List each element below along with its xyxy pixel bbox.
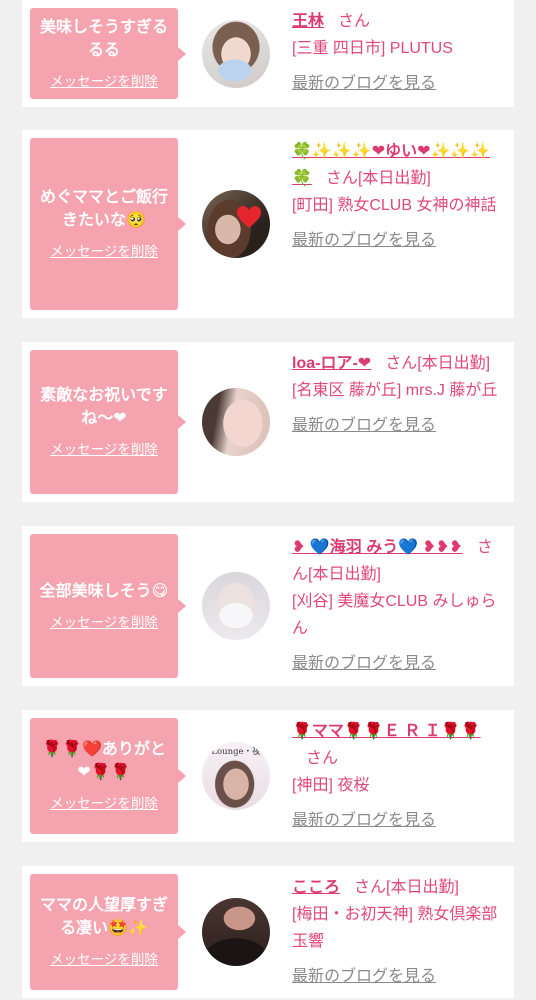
message-text: 🌹🌹❤️ありがと❤🌹🌹 [42, 741, 166, 781]
delete-message-link[interactable]: メッセージを削除 [50, 440, 158, 460]
cast-info: 🍀✨✨✨❤ゆい❤✨✨✨🍀 さん[本日出勤] [町田] 熟女CLUB 女神の神話 最… [292, 138, 506, 310]
cast-name-link[interactable]: こころ [292, 879, 340, 896]
cast-info: ❥ 💙海羽 みう💙 ❥❥❥ さん[本日出勤] [刈谷] 美魔女CLUB みしゅらん… [292, 534, 506, 678]
status-badge: [本日出勤] [357, 170, 431, 187]
name-line: こころ さん[本日出勤] [292, 874, 506, 901]
delete-message-link[interactable]: メッセージを削除 [50, 72, 158, 92]
message-text: 美味しそうすぎるるる [39, 18, 168, 59]
avatar[interactable] [202, 572, 270, 640]
area-shop: [刈谷] 美魔女CLUB みしゅらん [292, 593, 497, 637]
message-card: めぐママとご飯行きたいな🥺 メッセージを削除 🍀✨✨✨❤ゆい❤✨✨✨🍀 さん[本日… [22, 130, 514, 318]
shop-logo-text: Lounge・夜 [211, 747, 261, 757]
name-line: ❥ 💙海羽 みう💙 ❥❥❥ さん[本日出勤] [292, 534, 506, 588]
message-bubble: めぐママとご飯行きたいな🥺 メッセージを削除 [30, 138, 186, 310]
delete-message-link[interactable]: メッセージを削除 [50, 950, 158, 970]
cast-info: こころ さん[本日出勤] [梅田・お初天神] 熟女倶楽部 玉響 最新のブログを見る [292, 874, 506, 990]
name-line: loa-ロア-❤ さん[本日出勤] [292, 350, 506, 377]
latest-blog-link[interactable]: 最新のブログを見る [292, 227, 506, 254]
area-shop: [三重 四日市] PLUTUS [292, 40, 453, 57]
cast-info: loa-ロア-❤ さん[本日出勤] [名東区 藤が丘] mrs.J 藤が丘 最新の… [292, 350, 506, 494]
message-text: めぐママとご飯行きたいな🥺 [39, 189, 168, 229]
honorific: さん [338, 13, 371, 30]
honorific: さん [354, 879, 387, 896]
area-shop: [神田] 夜桜 [292, 777, 370, 794]
cast-info: 王林 さん [三重 四日市] PLUTUS 最新のブログを見る [292, 8, 506, 99]
message-card: 素敵なお祝いですね〜❤ メッセージを削除 loa-ロア-❤ さん[本日出勤] [名… [22, 342, 514, 502]
avatar[interactable]: Lounge・夜 [202, 742, 270, 810]
cast-name-link[interactable]: loa-ロア-❤ [292, 355, 371, 372]
message-bubble: 全部美味しそう😋 メッセージを削除 [30, 534, 186, 678]
delete-message-link[interactable]: メッセージを削除 [50, 613, 158, 633]
name-line: 🌹ママ🌹🌹Ｅ Ｒ Ｉ🌹🌹 さん [292, 718, 506, 772]
cast-name-link[interactable]: 王林 [292, 13, 324, 30]
message-bubble: ママの人望厚すぎる凄い🤩✨ メッセージを削除 [30, 874, 186, 990]
message-card: 全部美味しそう😋 メッセージを削除 ❥ 💙海羽 みう💙 ❥❥❥ さん[本日出勤] … [22, 526, 514, 686]
delete-message-link[interactable]: メッセージを削除 [50, 794, 158, 814]
name-line: 王林 さん [292, 8, 506, 35]
heart-sticker-icon [237, 206, 261, 228]
avatar[interactable] [202, 388, 270, 456]
avatar[interactable] [202, 19, 270, 88]
area-shop: [町田] 熟女CLUB 女神の神話 [292, 197, 497, 214]
message-list: 美味しそうすぎるるる メッセージを削除 王林 さん [三重 四日市] PLUTUS… [0, 0, 536, 1000]
cast-name-link[interactable]: ❥ 💙海羽 みう💙 ❥❥❥ [292, 539, 463, 556]
latest-blog-link[interactable]: 最新のブログを見る [292, 807, 506, 834]
latest-blog-link[interactable]: 最新のブログを見る [292, 650, 506, 677]
latest-blog-link[interactable]: 最新のブログを見る [292, 963, 506, 990]
latest-blog-link[interactable]: 最新のブログを見る [292, 70, 506, 97]
status-badge: [本日出勤] [417, 355, 491, 372]
latest-blog-link[interactable]: 最新のブログを見る [292, 412, 506, 439]
area-shop: [梅田・お初天神] 熟女倶楽部 玉響 [292, 906, 498, 950]
cast-name-link[interactable]: 🌹ママ🌹🌹Ｅ Ｒ Ｉ🌹🌹 [292, 723, 481, 740]
status-badge: [本日出勤] [308, 566, 381, 583]
cast-info: 🌹ママ🌹🌹Ｅ Ｒ Ｉ🌹🌹 さん [神田] 夜桜 最新のブログを見る [292, 718, 506, 834]
avatar[interactable] [202, 190, 270, 258]
message-text: ママの人望厚すぎる凄い🤩✨ [39, 897, 168, 937]
honorific: さん [325, 170, 358, 187]
honorific: さん [306, 750, 339, 767]
avatar[interactable] [202, 898, 270, 966]
message-text: 素敵なお祝いですね〜❤ [40, 387, 168, 427]
message-bubble: 美味しそうすぎるるる メッセージを削除 [30, 8, 186, 99]
area-shop: [名東区 藤が丘] mrs.J 藤が丘 [292, 382, 498, 399]
message-bubble: 🌹🌹❤️ありがと❤🌹🌹 メッセージを削除 [30, 718, 186, 834]
message-card: ママの人望厚すぎる凄い🤩✨ メッセージを削除 こころ さん[本日出勤] [梅田・お… [22, 866, 514, 998]
name-line: 🍀✨✨✨❤ゆい❤✨✨✨🍀 さん[本日出勤] [292, 138, 506, 192]
message-card: 美味しそうすぎるるる メッセージを削除 王林 さん [三重 四日市] PLUTUS… [22, 0, 514, 107]
message-text: 全部美味しそう😋 [39, 582, 169, 600]
status-badge: [本日出勤] [386, 879, 459, 896]
message-card: 🌹🌹❤️ありがと❤🌹🌹 メッセージを削除 Lounge・夜 🌹ママ🌹🌹Ｅ Ｒ Ｉ… [22, 710, 514, 842]
delete-message-link[interactable]: メッセージを削除 [50, 242, 158, 262]
honorific: さん [385, 355, 418, 372]
message-bubble: 素敵なお祝いですね〜❤ メッセージを削除 [30, 350, 186, 494]
